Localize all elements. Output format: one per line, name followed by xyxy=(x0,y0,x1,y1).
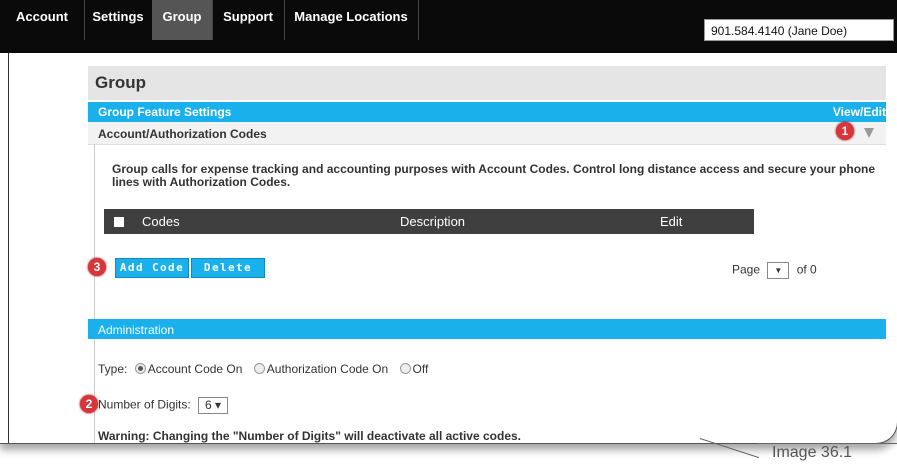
section-description: Group calls for expense tracking and acc… xyxy=(112,162,876,189)
user-select[interactable]: 901.584.4140 (Jane Doe) xyxy=(704,19,894,41)
type-label: Type: xyxy=(98,362,128,376)
top-navigation: Account Settings Group Support Manage Lo… xyxy=(0,0,897,53)
callout-badge-3: 3 xyxy=(88,258,106,276)
pager-total: of 0 xyxy=(796,262,817,277)
option-account-code-label: Account Code On xyxy=(147,362,243,376)
page-title: Group xyxy=(95,73,146,92)
column-header-codes: Codes xyxy=(142,214,180,229)
group-header: Group xyxy=(88,66,886,100)
nav-settings[interactable]: Settings xyxy=(84,0,153,40)
image-caption: Image 36.1 xyxy=(772,444,853,461)
select-all-checkbox[interactable] xyxy=(114,217,124,227)
radio-authorization-code-on[interactable] xyxy=(253,363,265,375)
type-row: Type: Account Code On Authorization Code… xyxy=(98,362,428,376)
radio-account-code-on[interactable] xyxy=(134,363,146,375)
delete-button[interactable]: Delete xyxy=(191,258,265,278)
callout-badge-2: 2 xyxy=(80,395,98,413)
feature-settings-title: Group Feature Settings xyxy=(98,105,232,119)
nav-group[interactable]: Group xyxy=(152,0,213,40)
section-title: Account/Authorization Codes xyxy=(98,127,267,141)
column-header-description: Description xyxy=(400,214,466,229)
collapse-triangle-icon[interactable] xyxy=(864,128,874,138)
digits-label: Number of Digits: xyxy=(98,397,191,412)
option-authorization-code-label: Authorization Code On xyxy=(266,362,389,376)
left-border xyxy=(8,53,9,443)
nav-account[interactable]: Account xyxy=(0,0,85,40)
column-header-edit: Edit xyxy=(660,214,683,229)
callout-badge-1: 1 xyxy=(836,122,854,140)
codes-table-header: Codes Description Edit xyxy=(104,209,754,234)
pager-label: Page xyxy=(732,262,761,277)
section-header[interactable]: Account/Authorization Codes xyxy=(88,122,886,145)
page-select[interactable]: ▼ xyxy=(767,262,790,279)
app-window: Account Settings Group Support Manage Lo… xyxy=(0,0,897,444)
view-edit-link[interactable]: View/Edit xyxy=(833,105,886,119)
digits-warning: Warning: Changing the "Number of Digits"… xyxy=(98,429,522,443)
nav-manage-locations[interactable]: Manage Locations xyxy=(284,0,419,40)
pager: Page ▼ of 0 xyxy=(732,262,817,279)
option-off-label: Off xyxy=(412,362,429,376)
feature-settings-bar: Group Feature Settings View/Edit xyxy=(88,102,886,122)
nav-support[interactable]: Support xyxy=(212,0,285,40)
number-of-digits-select[interactable]: 6 ▾ xyxy=(198,397,229,414)
digits-row: Number of Digits: 6 ▾ xyxy=(98,397,229,414)
radio-off[interactable] xyxy=(399,363,411,375)
administration-bar: Administration xyxy=(88,319,886,339)
administration-title: Administration xyxy=(98,323,175,337)
add-code-button[interactable]: Add Code xyxy=(115,258,189,278)
